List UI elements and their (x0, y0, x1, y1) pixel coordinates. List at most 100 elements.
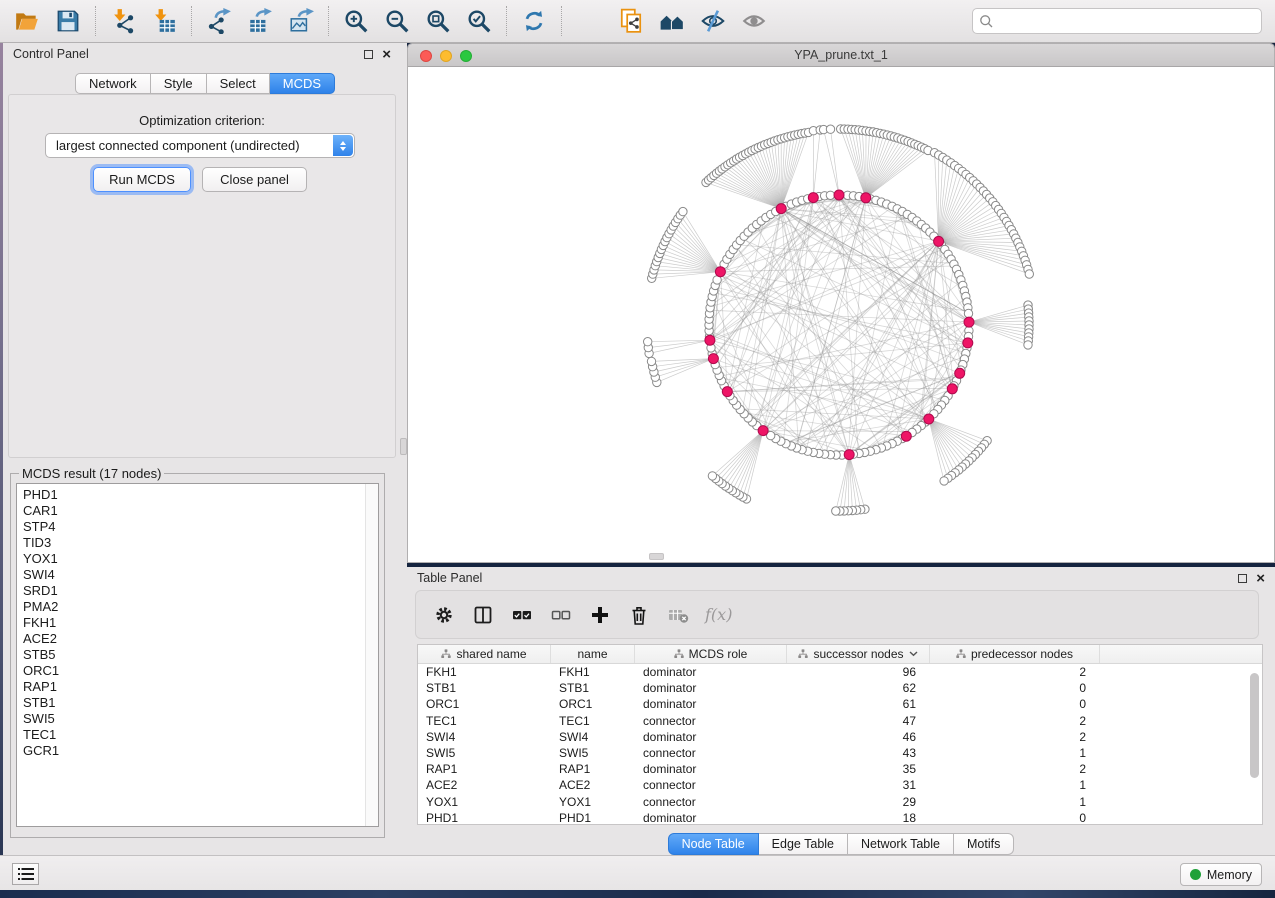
column-header-mcds-role[interactable]: MCDS role (635, 645, 787, 663)
mcds-result-item[interactable]: PHD1 (17, 487, 364, 503)
table-row[interactable]: ACE2ACE2connector311 (418, 777, 1262, 793)
table-row[interactable]: RAP1RAP1dominator352 (418, 761, 1262, 777)
zoom-out-icon[interactable] (383, 7, 411, 35)
mcds-result-item[interactable]: FKH1 (17, 615, 364, 631)
zoom-selected-icon[interactable] (465, 7, 493, 35)
import-network-icon[interactable] (109, 7, 137, 35)
table-settings-gear-icon[interactable] (432, 603, 456, 627)
mcds-result-item[interactable]: SWI4 (17, 567, 364, 583)
mcds-node[interactable] (861, 193, 871, 203)
table-row[interactable]: TEC1TEC1connector472 (418, 713, 1262, 729)
eye-hidden-icon[interactable] (699, 7, 727, 35)
table-row[interactable]: PHD1PHD1dominator180 (418, 810, 1262, 826)
mcds-result-item[interactable]: STB1 (17, 695, 364, 711)
mcds-node[interactable] (808, 193, 818, 203)
close-window-icon[interactable] (420, 50, 432, 62)
mcds-node[interactable] (964, 317, 974, 327)
mcds-node[interactable] (758, 426, 768, 436)
mcds-result-item[interactable]: RAP1 (17, 679, 364, 695)
table-row[interactable]: FKH1FKH1dominator962 (418, 664, 1262, 680)
mcds-node[interactable] (955, 368, 965, 378)
column-header-shared-name[interactable]: shared name (418, 645, 551, 663)
search-field[interactable] (972, 8, 1262, 34)
column-header-successor-nodes[interactable]: successor nodes (787, 645, 930, 663)
mcds-result-item[interactable]: SWI5 (17, 711, 364, 727)
mcds-result-item[interactable]: STB5 (17, 647, 364, 663)
select-all-icon[interactable] (510, 603, 534, 627)
mcds-node[interactable] (722, 387, 732, 397)
mcds-result-item[interactable]: GCR1 (17, 743, 364, 759)
delete-column-icon[interactable] (627, 603, 651, 627)
search-input[interactable] (994, 14, 1261, 28)
mcds-node[interactable] (924, 414, 934, 424)
table-row[interactable]: YOX1YOX1connector291 (418, 794, 1262, 810)
close-panel-icon[interactable]: × (382, 50, 391, 59)
tab-motifs[interactable]: Motifs (954, 833, 1014, 855)
mcds-result-item[interactable]: STP4 (17, 519, 364, 535)
tab-style[interactable]: Style (151, 73, 207, 94)
open-file-icon[interactable] (13, 7, 41, 35)
mcds-result-item[interactable]: SRD1 (17, 583, 364, 599)
export-table-icon[interactable] (246, 7, 274, 35)
tab-edge-table[interactable]: Edge Table (759, 833, 848, 855)
table-row[interactable]: SWI4SWI4dominator462 (418, 729, 1262, 745)
zoom-fit-icon[interactable] (424, 7, 452, 35)
mcds-result-item[interactable]: YOX1 (17, 551, 364, 567)
mcds-node[interactable] (901, 431, 911, 441)
criterion-dropdown[interactable]: largest connected component (undirected) (45, 133, 355, 158)
zoom-in-icon[interactable] (342, 7, 370, 35)
mcds-result-item[interactable]: ACE2 (17, 631, 364, 647)
mcds-node[interactable] (776, 204, 786, 214)
minimize-window-icon[interactable] (440, 50, 452, 62)
add-column-icon[interactable] (588, 603, 612, 627)
column-header-name[interactable]: name (551, 645, 635, 663)
float-panel-icon[interactable] (364, 50, 373, 59)
splitter-handle[interactable] (400, 438, 407, 455)
network-canvas[interactable] (408, 67, 1274, 563)
tab-mcds[interactable]: MCDS (270, 73, 335, 94)
show-columns-icon[interactable] (471, 603, 495, 627)
column-header-predecessor-nodes[interactable]: predecessor nodes (930, 645, 1100, 663)
list-scrollbar[interactable] (365, 484, 378, 826)
mcds-result-item[interactable]: ORC1 (17, 663, 364, 679)
table-row[interactable]: STB1STB1dominator620 (418, 680, 1262, 696)
memory-button[interactable]: Memory (1180, 863, 1262, 886)
mcds-node[interactable] (705, 335, 715, 345)
tab-node-table[interactable]: Node Table (668, 833, 759, 855)
mcds-result-list[interactable]: PHD1CAR1STP4TID3YOX1SWI4SRD1PMA2FKH1ACE2… (16, 483, 379, 827)
mcds-node[interactable] (834, 190, 844, 200)
tab-network-table[interactable]: Network Table (848, 833, 954, 855)
export-network-icon[interactable] (205, 7, 233, 35)
task-history-button[interactable] (12, 863, 39, 885)
mcds-result-item[interactable]: TEC1 (17, 727, 364, 743)
mcds-node[interactable] (844, 450, 854, 460)
tab-select[interactable]: Select (207, 73, 270, 94)
mcds-node[interactable] (708, 354, 718, 364)
table-scrollbar-thumb[interactable] (1250, 673, 1259, 778)
run-mcds-button[interactable]: Run MCDS (93, 167, 191, 192)
houses-icon[interactable] (658, 7, 686, 35)
mcds-result-item[interactable]: PMA2 (17, 599, 364, 615)
deselect-all-icon[interactable] (549, 603, 573, 627)
mcds-node[interactable] (715, 267, 725, 277)
export-image-icon[interactable] (287, 7, 315, 35)
float-panel-icon[interactable] (1238, 574, 1247, 583)
mcds-result-item[interactable]: CAR1 (17, 503, 364, 519)
clone-network-icon[interactable] (617, 7, 645, 35)
save-session-icon[interactable] (54, 7, 82, 35)
zoom-window-icon[interactable] (460, 50, 472, 62)
mcds-node[interactable] (947, 384, 957, 394)
network-titlebar[interactable]: YPA_prune.txt_1 (408, 44, 1274, 67)
table-row[interactable]: ORC1ORC1dominator610 (418, 696, 1262, 712)
tab-network[interactable]: Network (75, 73, 151, 94)
close-panel-button[interactable]: Close panel (202, 167, 307, 192)
table-row[interactable]: SWI5SWI5connector431 (418, 745, 1262, 761)
mcds-node[interactable] (934, 236, 944, 246)
network-nodes[interactable] (644, 125, 1034, 515)
close-panel-icon[interactable]: × (1256, 574, 1265, 583)
eye-icon[interactable] (740, 7, 768, 35)
mcds-node[interactable] (963, 338, 973, 348)
splitter-handle-horizontal[interactable] (649, 553, 664, 560)
mcds-result-item[interactable]: TID3 (17, 535, 364, 551)
import-table-icon[interactable] (150, 7, 178, 35)
